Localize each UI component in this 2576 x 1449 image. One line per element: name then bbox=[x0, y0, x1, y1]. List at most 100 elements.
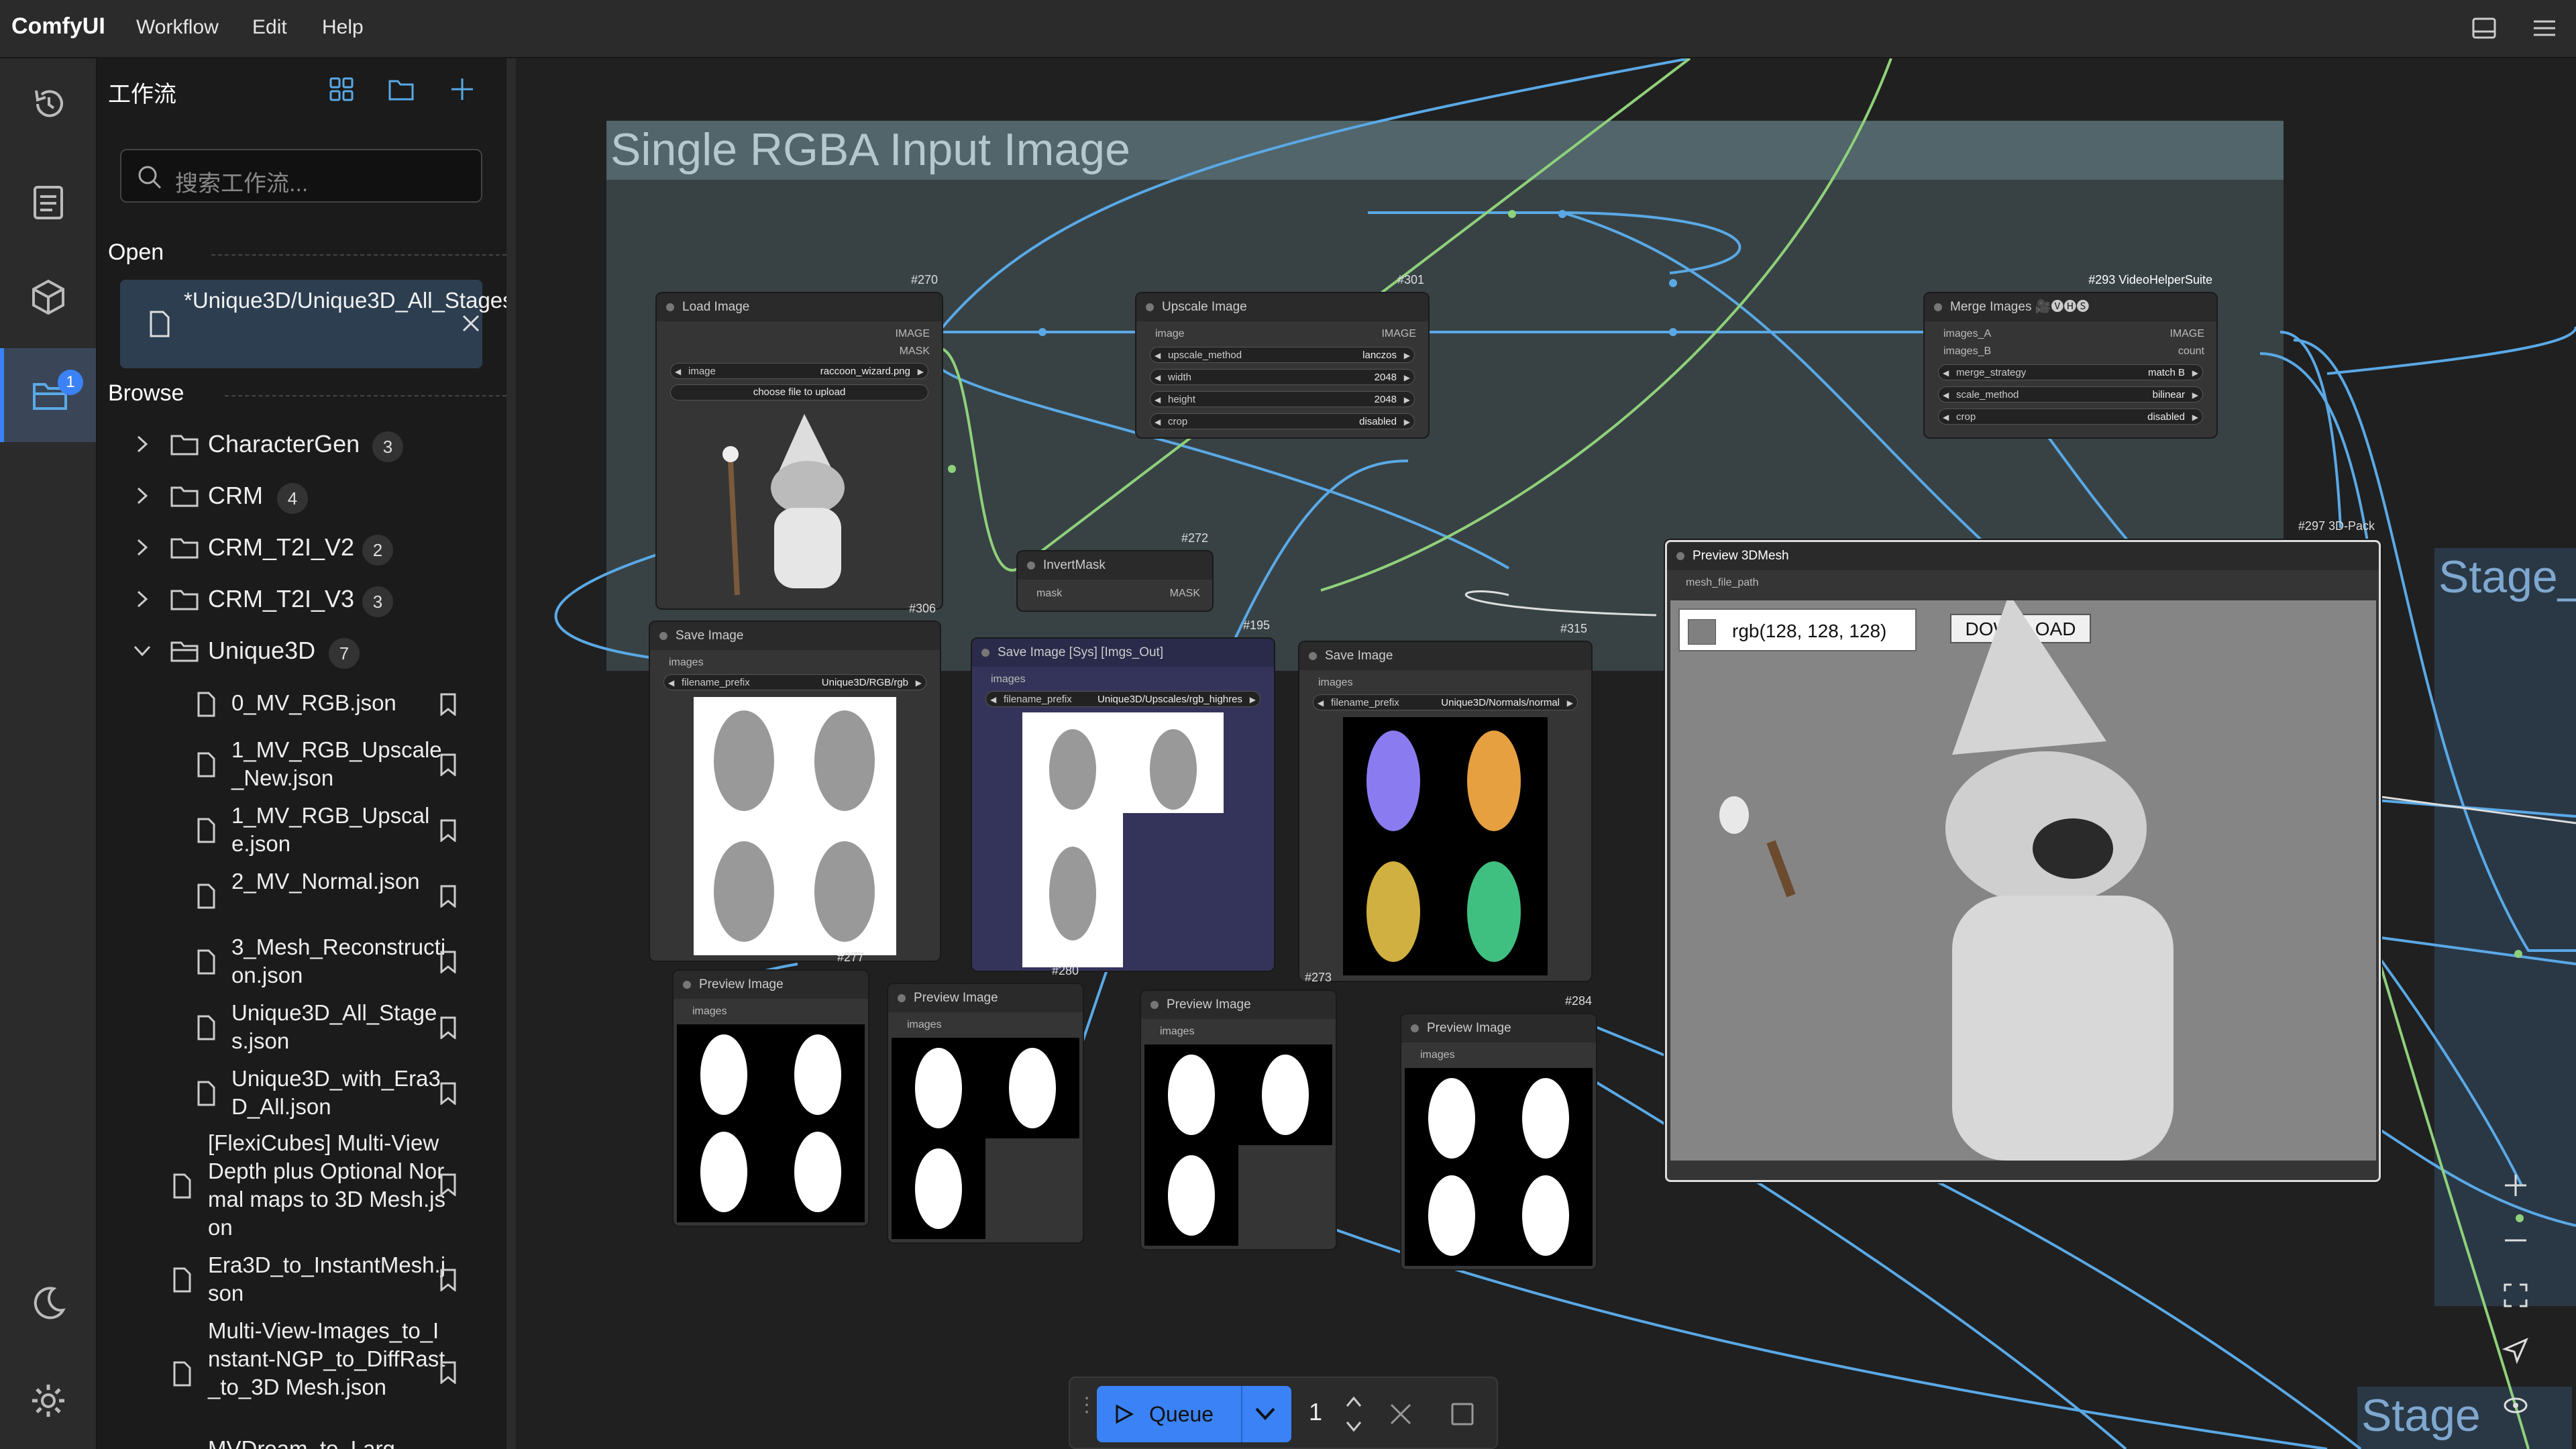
close-workflow-icon[interactable] bbox=[461, 313, 481, 333]
folder-icon bbox=[170, 590, 199, 610]
node-save-image-highres[interactable]: Save Image [Sys] [Imgs_Out] #195 images … bbox=[972, 619, 1274, 971]
new-workflow-plus-icon[interactable] bbox=[447, 74, 477, 104]
folder-crm[interactable]: CRM 4 bbox=[97, 476, 500, 517]
raccoon-3d-model bbox=[1719, 600, 2174, 1161]
workflow-file-item[interactable]: Unique3D_All_Stages.json bbox=[97, 999, 500, 1059]
bookmark-icon[interactable] bbox=[439, 819, 457, 842]
model-library-icon[interactable] bbox=[24, 273, 72, 321]
node-preview-image-280[interactable]: Preview Image #280 images bbox=[888, 964, 1083, 1242]
workflow-file-item[interactable]: Era3D_to_InstantMesh.json bbox=[97, 1251, 500, 1311]
bookmark-icon[interactable] bbox=[439, 693, 457, 716]
menu-edit[interactable]: Edit bbox=[252, 16, 287, 39]
sidebar-title: 工作流 bbox=[108, 82, 176, 107]
workflow-file-item[interactable]: 0_MV_RGB.json bbox=[97, 689, 500, 722]
folder-crm-t2i-v3[interactable]: CRM_T2I_V3 3 bbox=[97, 580, 500, 620]
folder-charactergen[interactable]: CharacterGen 3 bbox=[97, 425, 500, 465]
batch-stepper-icon[interactable] bbox=[1344, 1393, 1364, 1436]
normal-preview-grid bbox=[1343, 717, 1548, 975]
folder-open-icon bbox=[170, 641, 199, 662]
node-preview-3dmesh[interactable]: Preview 3DMesh #297 3D-Pack mesh_file_pa… bbox=[1665, 519, 2381, 1182]
folder-count-badge: 3 bbox=[372, 431, 403, 462]
node-load-image[interactable]: Load Image #270 IMAGE MASK imageraccoon_… bbox=[657, 273, 942, 608]
file-icon bbox=[173, 1267, 191, 1293]
folder-count-badge: 7 bbox=[329, 638, 360, 669]
folder-icon bbox=[170, 435, 199, 455]
node-preview-image-277[interactable]: Preview Image #277 images bbox=[674, 951, 868, 1226]
graph-canvas[interactable]: Single RGBA Input Image Stage_ Stage Loa… bbox=[516, 58, 2576, 1449]
batch-count-input[interactable]: 1 bbox=[1309, 1398, 1322, 1426]
chevron-down-icon[interactable] bbox=[1254, 1406, 1277, 1422]
fit-view-icon[interactable] bbox=[2489, 1269, 2542, 1322]
bookmark-icon[interactable] bbox=[439, 1269, 457, 1291]
open-workflow-item[interactable]: *Unique3D/Unique3D_All_Stages.json bbox=[120, 280, 514, 368]
open-section-label: Open bbox=[108, 239, 164, 265]
top-menu-bar: ComfyUI Workflow Edit Help bbox=[0, 0, 2576, 58]
workflow-file-item[interactable]: Unique3D_with_Era3D_All.json bbox=[97, 1065, 500, 1125]
toggle-links-eye-icon[interactable] bbox=[2489, 1379, 2542, 1432]
folder-crm-t2i-v2[interactable]: CRM_T2I_V2 2 bbox=[97, 528, 500, 568]
mask-preview-grid bbox=[677, 1024, 865, 1222]
open-workflow-name: *Unique3D/Unique3D_All_Stages.json bbox=[184, 288, 514, 313]
stop-square-icon[interactable] bbox=[1450, 1402, 1474, 1426]
zoom-in-icon[interactable] bbox=[2489, 1159, 2542, 1212]
bookmark-icon[interactable] bbox=[439, 1016, 457, 1039]
bookmark-icon[interactable] bbox=[439, 951, 457, 973]
bookmark-icon[interactable] bbox=[439, 885, 457, 908]
node-merge-images[interactable]: Merge Images 🎥🅥🅗🅢 #293 VideoHelperSuite … bbox=[1925, 273, 2216, 437]
workflow-file-item[interactable]: MVDream_to_Larg... bbox=[97, 1435, 500, 1449]
hamburger-menu-icon[interactable] bbox=[2532, 17, 2557, 39]
cancel-run-icon[interactable] bbox=[1389, 1402, 1413, 1426]
3d-viewport[interactable]: rgb(128, 128, 128) DOWNLOAD bbox=[1670, 600, 2376, 1161]
select-mode-icon[interactable] bbox=[2489, 1324, 2542, 1377]
node-upscale-image[interactable]: Upscale Image #301 image IMAGE upscale_m… bbox=[1136, 273, 1428, 437]
sidebar-tab-rail: 1 bbox=[0, 58, 97, 1449]
folder-count-badge: 4 bbox=[277, 483, 308, 514]
node-preview-image-284[interactable]: Preview Image #284 images bbox=[1401, 994, 1596, 1269]
file-icon bbox=[197, 1081, 215, 1106]
file-icon bbox=[150, 311, 170, 337]
node-preview-image-273[interactable]: Preview Image #273 images bbox=[1141, 971, 1336, 1249]
workflows-tab-icon[interactable]: 1 bbox=[0, 348, 96, 442]
chevron-down-icon bbox=[133, 645, 151, 657]
file-icon bbox=[197, 949, 215, 975]
raccoon-wizard-image bbox=[704, 414, 898, 598]
open-workflow-folder-icon[interactable] bbox=[387, 74, 417, 104]
workflow-file-item[interactable]: 1_MV_RGB_Upscale.json bbox=[97, 802, 500, 862]
workflow-file-item[interactable]: 3_Mesh_Reconstruction.json bbox=[97, 933, 500, 994]
file-icon bbox=[197, 752, 215, 777]
bookmark-icon[interactable] bbox=[439, 1082, 457, 1105]
file-icon bbox=[197, 818, 215, 843]
workflow-file-item[interactable]: Multi-View-Images_to_Instant-NGP_to_Diff… bbox=[97, 1317, 500, 1431]
workflow-file-item[interactable]: [FlexiCubes] Multi-View Depth plus Optio… bbox=[97, 1129, 500, 1243]
node-library-icon[interactable] bbox=[24, 178, 72, 226]
settings-gear-icon[interactable] bbox=[24, 1377, 72, 1425]
node-invert-mask[interactable]: InvertMask #272 mask MASK bbox=[1018, 531, 1212, 610]
bookmark-icon[interactable] bbox=[439, 753, 457, 776]
menu-workflow[interactable]: Workflow bbox=[136, 16, 219, 39]
upload-button[interactable]: choose file to upload bbox=[670, 384, 928, 400]
zoom-out-icon[interactable] bbox=[2489, 1214, 2542, 1267]
menu-help[interactable]: Help bbox=[322, 16, 364, 39]
folder-icon bbox=[170, 538, 199, 559]
theme-toggle-moon-icon[interactable] bbox=[24, 1279, 72, 1328]
mask-preview-grid bbox=[1405, 1068, 1593, 1266]
bookmark-icon[interactable] bbox=[439, 1361, 457, 1384]
browse-templates-icon[interactable] bbox=[327, 74, 356, 104]
folder-count-badge: 3 bbox=[362, 586, 393, 617]
widget-image[interactable]: imageraccoon_wizard.png bbox=[670, 363, 928, 380]
workflow-file-item[interactable]: 1_MV_RGB_Upscale_New.json bbox=[97, 736, 500, 796]
folder-unique3d[interactable]: Unique3D 7 bbox=[97, 631, 500, 672]
bookmark-icon[interactable] bbox=[439, 1173, 457, 1196]
file-icon bbox=[173, 1173, 191, 1199]
queue-button[interactable]: Queue bbox=[1097, 1386, 1291, 1442]
node-save-image-normal[interactable]: Save Image #315 images filename_prefixUn… bbox=[1299, 622, 1591, 981]
play-icon bbox=[1116, 1404, 1134, 1424]
queue-history-icon[interactable] bbox=[24, 80, 72, 128]
node-save-image-rgb[interactable]: Save Image #306 images filename_prefixUn… bbox=[650, 602, 940, 961]
folder-icon bbox=[170, 486, 199, 507]
rgb-preview-grid bbox=[694, 697, 896, 955]
workflow-search-input[interactable]: 搜索工作流... bbox=[120, 149, 482, 203]
toggle-bottom-panel-icon[interactable] bbox=[2472, 17, 2496, 39]
workflow-file-item[interactable]: 2_MV_Normal.json bbox=[97, 867, 500, 928]
drag-handle-icon[interactable]: ⋮ bbox=[1077, 1395, 1097, 1428]
